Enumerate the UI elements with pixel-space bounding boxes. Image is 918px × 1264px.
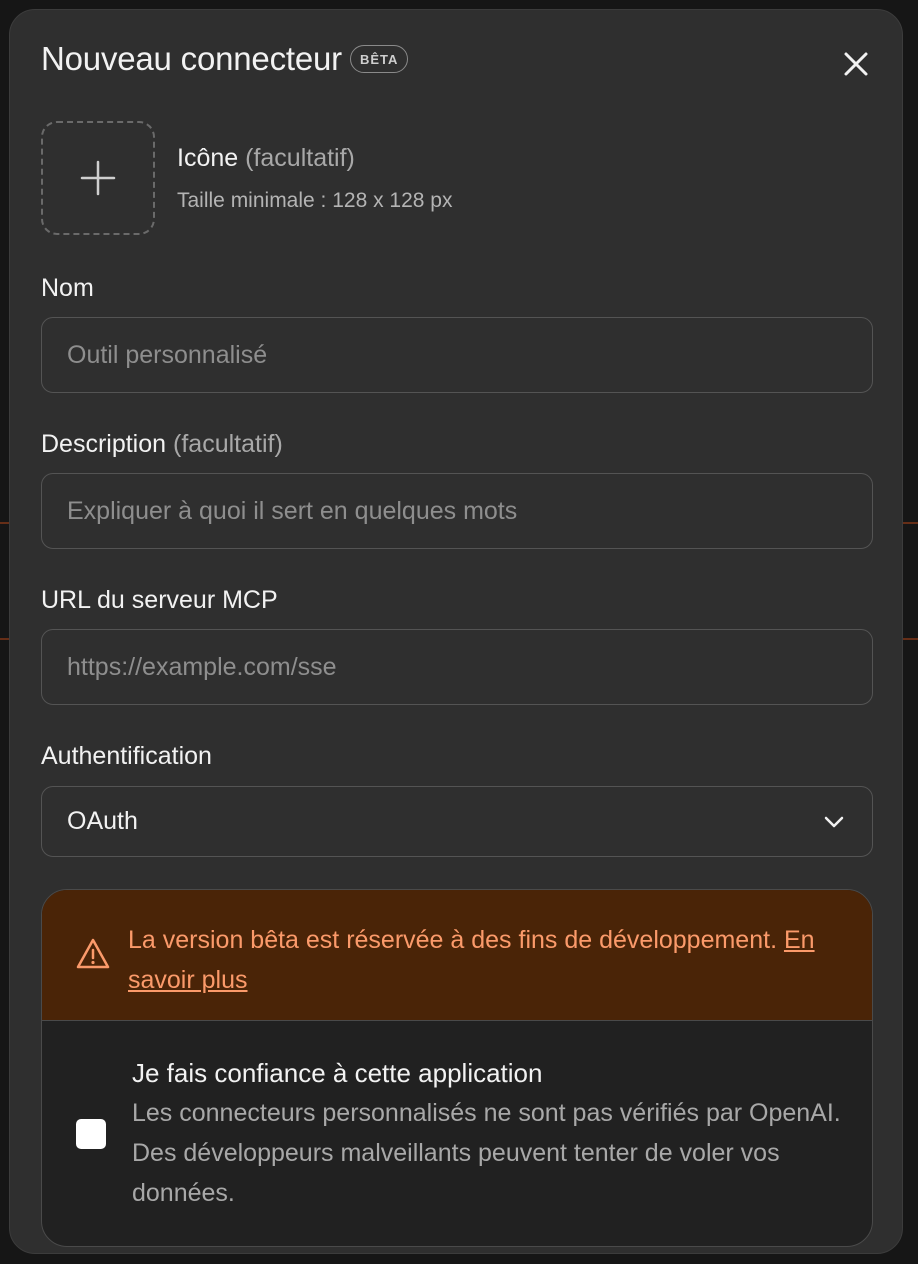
warning-triangle-icon <box>76 938 110 969</box>
name-label: Nom <box>41 274 94 302</box>
icon-label: Icône (facultatif) <box>177 144 355 173</box>
dialog-title: Nouveau connecteur <box>41 40 342 77</box>
authentication-select[interactable]: OAuth <box>41 786 873 857</box>
description-label: Description (facultatif) <box>41 430 283 459</box>
beta-badge: BÊTA <box>349 45 409 73</box>
trust-title: Je fais confiance à cette application <box>132 1058 543 1088</box>
description-input[interactable] <box>41 473 873 549</box>
background-accent-line <box>0 638 9 640</box>
authentication-label: Authentification <box>41 742 212 770</box>
name-input[interactable] <box>41 317 873 393</box>
optional-tag: (facultatif) <box>173 430 283 458</box>
icon-upload-button[interactable] <box>41 121 155 235</box>
authentication-selected-value: OAuth <box>67 807 138 835</box>
background-accent-line <box>0 522 9 524</box>
dialog-header: Nouveau connecteur BÊTA <box>41 40 409 78</box>
plus-icon <box>80 160 116 196</box>
mcp-url-label: URL du serveur MCP <box>41 586 278 614</box>
trust-panel: La version bêta est réservée à des fins … <box>41 889 873 1247</box>
optional-tag: (facultatif) <box>245 144 355 172</box>
background-accent-line <box>903 638 918 640</box>
trust-description: Les connecteurs personnalisés ne sont pa… <box>132 1099 841 1207</box>
trust-checkbox[interactable] <box>76 1119 106 1149</box>
new-connector-dialog: Nouveau connecteur BÊTA Icône (facultati… <box>9 9 903 1254</box>
icon-label-text: Icône <box>177 144 239 172</box>
chevron-down-icon <box>824 816 844 827</box>
icon-size-hint: Taille minimale : 128 x 128 px <box>177 189 453 212</box>
description-label-text: Description <box>41 430 167 458</box>
close-icon <box>844 52 868 76</box>
close-button[interactable] <box>836 44 876 84</box>
beta-warning-text: La version bêta est réservée à des fins … <box>128 920 828 1000</box>
beta-warning-message: La version bêta est réservée à des fins … <box>128 926 778 954</box>
background-accent-line <box>903 522 918 524</box>
mcp-url-input[interactable] <box>41 629 873 705</box>
beta-warning-banner: La version bêta est réservée à des fins … <box>42 890 872 1021</box>
